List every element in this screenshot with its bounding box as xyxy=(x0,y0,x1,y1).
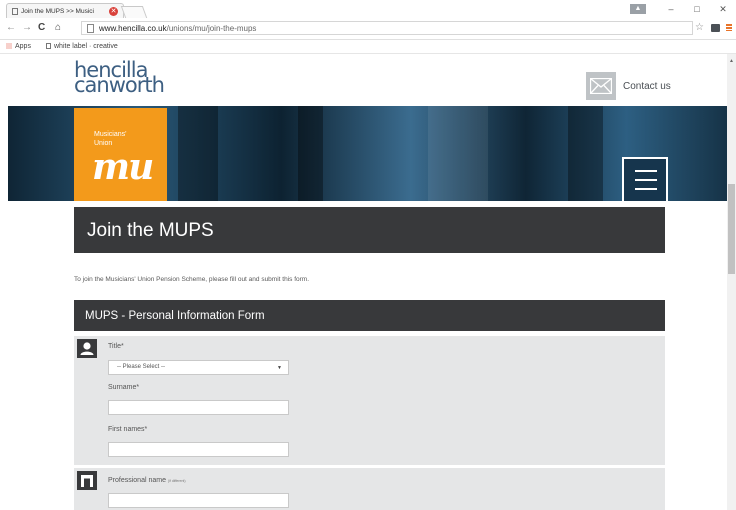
title-select[interactable]: -- Please Select -- ▼ xyxy=(108,360,289,375)
browser-toolbar: ← → C ⌂ www.hencilla.co.uk/unions/mu/joi… xyxy=(0,18,736,40)
menu-bar-icon xyxy=(635,170,657,172)
title-label: Title* xyxy=(108,343,124,350)
person-icon xyxy=(77,339,97,358)
bookmarks-bar: Apps white label · creative xyxy=(0,40,736,54)
back-arrow-icon[interactable]: ← xyxy=(6,22,16,33)
contact-us-label: Contact us xyxy=(623,80,671,92)
professional-name-input[interactable] xyxy=(108,493,289,508)
form-header: MUPS - Personal Information Form xyxy=(74,300,665,331)
maximize-button[interactable]: □ xyxy=(684,4,710,14)
scrollbar-thumb[interactable] xyxy=(728,184,735,274)
bookmark-white-label-text: white label · creative xyxy=(54,43,118,50)
tab-close-icon[interactable]: ✕ xyxy=(109,7,118,16)
professional-name-note: (if different) xyxy=(167,479,186,483)
logo-line-2: canworth xyxy=(74,73,165,97)
new-tab-button[interactable] xyxy=(120,6,148,18)
bookmark-white-label[interactable]: white label · creative xyxy=(46,43,118,50)
site-logo[interactable]: hencilla canworth xyxy=(74,60,165,97)
professional-name-section: Professional name (if different) xyxy=(74,468,665,510)
url-path: /unions/mu/join-the-mups xyxy=(166,24,257,33)
page-title: Join the MUPS xyxy=(87,220,214,241)
hero-shade xyxy=(178,106,218,201)
personal-details-section: Title* -- Please Select -- ▼ Surname* Fi… xyxy=(74,336,665,465)
minimize-button[interactable]: – xyxy=(658,4,684,14)
close-window-button[interactable]: ✕ xyxy=(710,4,736,15)
intro-text: To join the Musicians' Union Pension Sch… xyxy=(74,276,309,283)
browser-tab[interactable]: Join the MUPS >> Musici ✕ xyxy=(6,3,124,19)
first-names-input[interactable] xyxy=(108,442,289,457)
url-host: www.hencilla.co.uk xyxy=(99,24,167,33)
first-names-label: First names* xyxy=(108,426,148,433)
form-title: MUPS - Personal Information Form xyxy=(85,310,265,322)
reload-icon[interactable]: C xyxy=(38,22,45,33)
apps-grid-icon xyxy=(6,43,12,49)
menu-bar-icon xyxy=(635,188,657,190)
home-icon[interactable]: ⌂ xyxy=(55,22,61,33)
bookmark-apps[interactable]: Apps xyxy=(6,43,31,50)
surname-input[interactable] xyxy=(108,400,289,415)
hero-shade xyxy=(428,106,488,201)
envelope-icon xyxy=(586,72,616,100)
mu-logo-mark: mu xyxy=(92,146,154,188)
bookmark-apps-label: Apps xyxy=(15,43,31,50)
professional-name-label-text: Professional name xyxy=(108,477,166,484)
bookmark-star-icon[interactable]: ☆ xyxy=(695,22,704,33)
page-title-bar: Join the MUPS xyxy=(74,207,665,253)
bookmark-page-icon xyxy=(46,43,51,49)
chrome-menu-icon[interactable] xyxy=(726,24,732,31)
page-info-icon[interactable] xyxy=(87,24,94,33)
surname-label: Surname* xyxy=(108,384,140,391)
professional-name-label: Professional name (if different) xyxy=(108,477,186,484)
extension-icon[interactable] xyxy=(711,24,720,32)
address-bar[interactable]: www.hencilla.co.uk/unions/mu/join-the-mu… xyxy=(81,21,693,35)
hero-shade xyxy=(568,106,603,201)
title-selected-value: -- Please Select -- xyxy=(117,364,166,370)
chevron-down-icon: ▼ xyxy=(277,365,282,371)
forward-arrow-icon[interactable]: → xyxy=(22,22,32,33)
tab-title: Join the MUPS >> Musici xyxy=(21,8,94,15)
window-controls: ▲ – □ ✕ xyxy=(630,0,736,18)
contact-us-link[interactable]: Contact us xyxy=(586,72,671,100)
badge-line-1: Musicians' xyxy=(94,131,127,138)
musicians-union-badge[interactable]: Musicians' Union mu xyxy=(74,108,167,201)
scroll-up-icon[interactable]: ▲ xyxy=(729,58,734,64)
browser-titlebar: Join the MUPS >> Musici ✕ ▲ – □ ✕ xyxy=(0,0,736,19)
doorway-icon xyxy=(77,471,97,490)
profile-icon[interactable]: ▲ xyxy=(630,4,646,14)
page-favicon-icon xyxy=(12,8,18,15)
hero-shade xyxy=(298,106,323,201)
page-scrollbar[interactable]: ▲ xyxy=(727,54,736,510)
hamburger-menu-button[interactable] xyxy=(622,157,668,201)
menu-bar-icon xyxy=(635,179,657,181)
